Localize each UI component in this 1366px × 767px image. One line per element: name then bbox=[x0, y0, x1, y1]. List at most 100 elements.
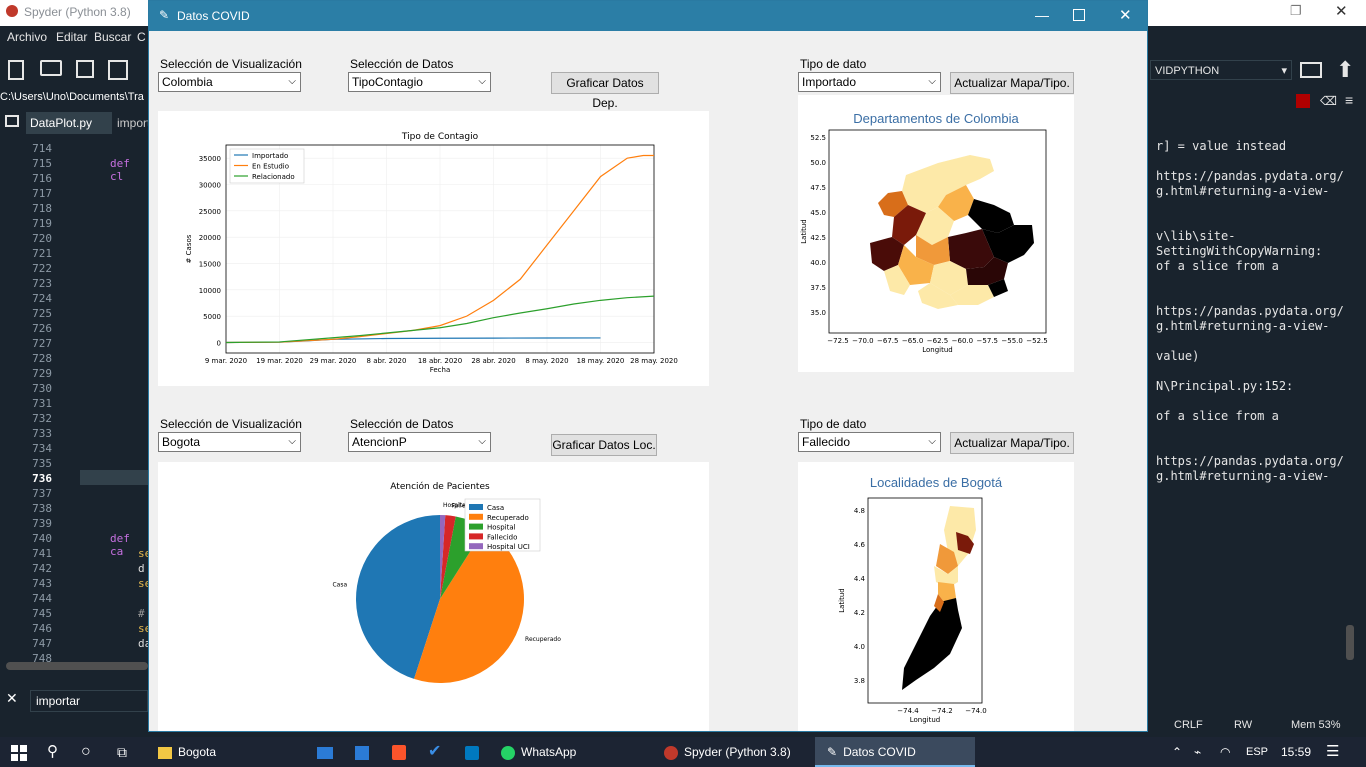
x-tick-label: 18 abr. 2020 bbox=[418, 357, 462, 365]
chevron-down-icon: ⌵ bbox=[478, 76, 486, 87]
x-tick-label: 28 may. 2020 bbox=[630, 357, 678, 365]
pie-chart: Atención de Pacientes Casa Recuperado Hospi… bbox=[332, 481, 561, 683]
browse-folder-icon[interactable] bbox=[1300, 62, 1322, 78]
data-selection-select[interactable]: TipoContagio ⌵ bbox=[348, 72, 491, 92]
line-number: 718 bbox=[32, 202, 52, 215]
y-tick-label: 35000 bbox=[199, 155, 221, 163]
data-type-value: Importado bbox=[802, 75, 857, 89]
tray-chevron-icon[interactable]: ⌃ bbox=[1172, 737, 1182, 767]
line-number: 734 bbox=[32, 442, 52, 455]
ipython-console[interactable]: r] = value instead https://pandas.pydata.… bbox=[1150, 130, 1350, 710]
power-icon[interactable]: ⌁ bbox=[1194, 737, 1201, 767]
taskbar-item-label: Spyder (Python 3.8) bbox=[684, 745, 791, 759]
data-selection-select[interactable]: AtencionP ⌵ bbox=[348, 432, 491, 452]
arrow-up-icon[interactable]: ⬆ bbox=[1336, 56, 1354, 84]
x-tick-label: −70.0 bbox=[852, 337, 873, 345]
data-type-label: Tipo de dato bbox=[800, 417, 867, 431]
y-tick-label: 15000 bbox=[199, 260, 221, 268]
save-icon[interactable] bbox=[76, 60, 94, 78]
visualization-select[interactable]: Bogota ⌵ bbox=[158, 432, 301, 452]
data-type-select[interactable]: Importado ⌵ bbox=[798, 72, 941, 92]
taskbar: ⚲ ○ ⧉ Bogota ✔ WhatsApp Spyder (Python 3… bbox=[0, 737, 1366, 767]
graph-dep-button[interactable]: Graficar Datos Dep. bbox=[551, 72, 659, 110]
eraser-icon[interactable]: ⌫ bbox=[1320, 94, 1337, 108]
update-map-button[interactable]: Actualizar Mapa/Tipo. bbox=[950, 72, 1074, 94]
taskbar-item-whatsapp[interactable]: WhatsApp bbox=[495, 737, 645, 767]
cortana-icon[interactable]: ○ bbox=[81, 737, 91, 767]
taskbar-item-label: Datos COVID bbox=[843, 745, 916, 759]
taskbar-item-datos-covid[interactable]: ✎ Datos COVID bbox=[815, 737, 975, 767]
taskbar-item-bogota[interactable]: Bogota bbox=[150, 737, 300, 767]
window-title-bar: ✎ Datos COVID — ✕ bbox=[149, 1, 1147, 31]
code-editor[interactable]: 714 715 716 717 718 719 720 721 722 723 724 725 726 7… bbox=[0, 136, 151, 666]
status-memory: Mem 53% bbox=[1291, 719, 1341, 731]
maximize-icon[interactable] bbox=[1073, 9, 1085, 21]
y-axis-label: Latitud bbox=[800, 219, 808, 244]
update-map-button[interactable]: Actualizar Mapa/Tipo. bbox=[950, 432, 1074, 454]
close-icon[interactable]: ✕ bbox=[1119, 6, 1132, 24]
visualization-select[interactable]: Colombia ⌵ bbox=[158, 72, 301, 92]
y-tick-label: 4.8 bbox=[854, 507, 865, 515]
y-tick-label: 47.5 bbox=[810, 184, 826, 192]
env-select[interactable]: VIDPYTHON ▾ bbox=[1150, 60, 1292, 80]
wifi-icon[interactable]: ◠ bbox=[1220, 737, 1230, 767]
status-rw: RW bbox=[1234, 719, 1253, 731]
windows-start-icon[interactable] bbox=[11, 745, 27, 761]
close-icon[interactable]: ✕ bbox=[1335, 2, 1348, 20]
console-line: g.html#returning-a-view- bbox=[1156, 319, 1330, 333]
console-scrollbar[interactable] bbox=[1346, 625, 1354, 660]
language-indicator[interactable]: ESP bbox=[1246, 737, 1268, 767]
horizontal-scrollbar[interactable] bbox=[6, 662, 148, 670]
trello-icon[interactable] bbox=[465, 737, 483, 767]
path-bar[interactable]: C:\Users\Uno\Documents\Tra bbox=[0, 91, 150, 109]
line-number: 725 bbox=[32, 307, 52, 320]
stop-icon[interactable] bbox=[1296, 94, 1310, 108]
colombia-map: −72.5 −70.0 −67.5 −65.0 −62.5 −60.0 −57.5 −55.0… bbox=[800, 129, 1048, 354]
visualization-value: Colombia bbox=[162, 75, 213, 89]
clock[interactable]: 15:59 bbox=[1281, 737, 1311, 767]
data-type-select[interactable]: Fallecido ⌵ bbox=[798, 432, 941, 452]
calendar-icon[interactable] bbox=[355, 737, 373, 767]
taskbar-item-spyder[interactable]: Spyder (Python 3.8) bbox=[656, 737, 811, 767]
y-tick-label: 50.0 bbox=[810, 159, 826, 167]
graph-loc-button[interactable]: Graficar Datos Loc. bbox=[551, 434, 657, 456]
data-type-value: Fallecido bbox=[802, 435, 851, 449]
mail-icon[interactable] bbox=[317, 737, 335, 767]
line-number: 724 bbox=[32, 292, 52, 305]
legend-swatch bbox=[469, 523, 483, 530]
x-tick-label: −74.4 bbox=[897, 707, 919, 715]
menu-buscar[interactable]: Buscar bbox=[94, 30, 131, 44]
menu-c[interactable]: C bbox=[137, 30, 146, 44]
data-selection-label: Selección de Datos bbox=[350, 417, 454, 431]
task-view-icon[interactable]: ⧉ bbox=[117, 737, 127, 767]
line-number: 714 bbox=[32, 142, 52, 155]
console-line: r] = value instead bbox=[1156, 139, 1287, 153]
menu-editar[interactable]: Editar bbox=[56, 30, 87, 44]
todo-icon[interactable]: ✔ bbox=[428, 737, 441, 767]
search-icon[interactable]: ⚲ bbox=[47, 737, 58, 767]
close-search-icon[interactable]: ✕ bbox=[6, 690, 18, 707]
legend-swatch bbox=[469, 513, 483, 520]
restore-icon[interactable]: ❐ bbox=[1290, 3, 1302, 19]
menu-archivo[interactable]: Archivo bbox=[7, 30, 47, 44]
tab-dataplot[interactable]: DataPlot.py bbox=[26, 112, 112, 134]
search-input[interactable]: importar bbox=[30, 690, 148, 712]
legend-swatch bbox=[469, 533, 483, 540]
new-file-icon[interactable] bbox=[8, 60, 24, 80]
line-number: 746 bbox=[32, 622, 52, 635]
notifications-icon[interactable]: ☰ bbox=[1326, 737, 1339, 767]
save-all-icon[interactable] bbox=[108, 60, 128, 80]
brave-browser-icon[interactable] bbox=[392, 737, 410, 767]
data-selection-value: AtencionP bbox=[352, 435, 407, 449]
taskbar-item-label: WhatsApp bbox=[521, 745, 577, 759]
chevron-down-icon: ⌵ bbox=[928, 436, 936, 447]
minimize-icon[interactable]: — bbox=[1035, 7, 1049, 23]
x-tick-label: −55.0 bbox=[1001, 337, 1022, 345]
hamburger-menu-icon[interactable]: ≡ bbox=[1345, 92, 1353, 108]
tab-list-icon[interactable] bbox=[5, 115, 19, 127]
chart-title: Tipo de Contagio bbox=[401, 132, 479, 142]
open-folder-icon[interactable] bbox=[40, 60, 62, 76]
status-crlf: CRLF bbox=[1174, 719, 1203, 731]
tab-import[interactable]: import bbox=[114, 112, 150, 134]
line-number: 722 bbox=[32, 262, 52, 275]
